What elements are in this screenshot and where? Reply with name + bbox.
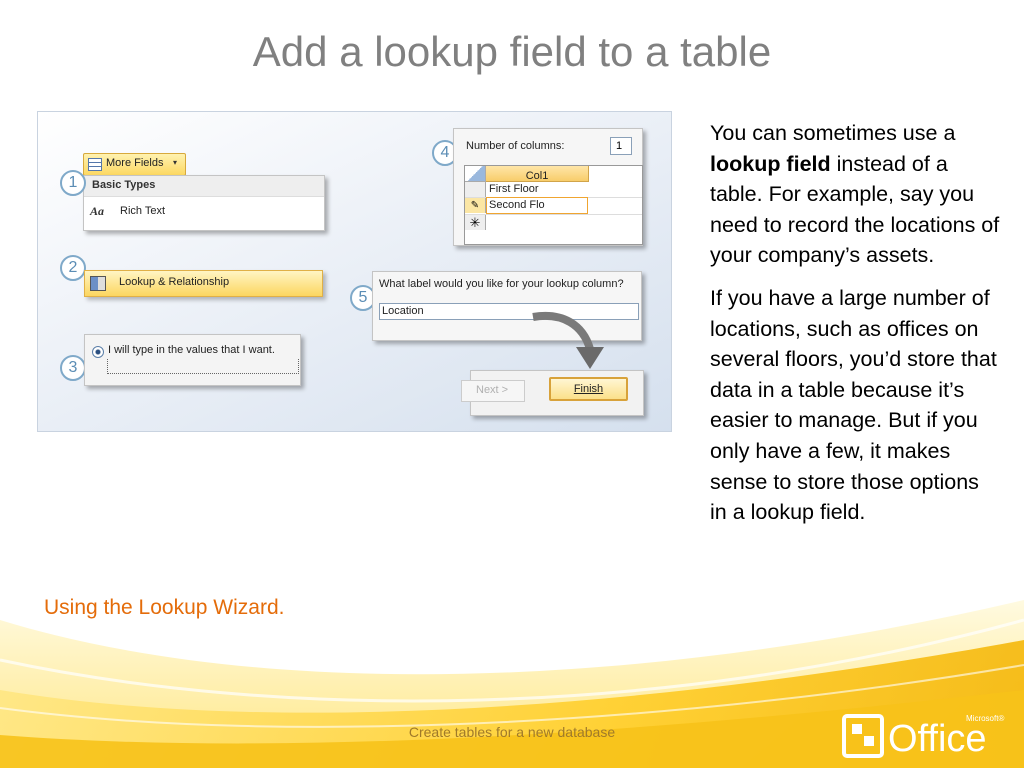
body-text: You can sometimes use a lookup field ins… — [710, 118, 1000, 540]
basic-types-menu: Basic Types Aa Rich Text — [83, 175, 325, 231]
radio-option-label: I will type in the values that I want. — [108, 344, 275, 356]
num-columns-label: Number of columns: — [466, 140, 565, 152]
lookup-wizard-screenshot: More Fields ▾ Basic Types Aa Rich Text 1… — [37, 111, 672, 432]
focus-outline — [107, 359, 299, 374]
next-button[interactable]: Next > — [461, 380, 525, 402]
wizard-buttons-panel: Next > Finish — [461, 370, 644, 416]
step-2-badge: 2 — [60, 255, 86, 281]
radio-option-panel: I will type in the values that I want. — [84, 334, 301, 386]
chevron-down-icon: ▾ — [173, 158, 178, 167]
step-1-badge: 1 — [60, 170, 86, 196]
new-row-icon: ✳ — [465, 215, 486, 230]
lookup-field-term: lookup field — [710, 151, 831, 176]
step-3-badge: 3 — [60, 355, 86, 381]
paragraph-1: You can sometimes use a lookup field ins… — [710, 121, 1000, 268]
lookup-relationship-icon — [90, 276, 106, 291]
slide-title: Add a lookup field to a table — [252, 28, 772, 75]
table-row[interactable]: First Floor — [465, 182, 642, 198]
arrow-down-icon — [532, 311, 604, 369]
more-fields-button[interactable]: More Fields ▾ — [83, 153, 186, 176]
lookup-relationship-item[interactable]: Lookup & Relationship — [84, 270, 323, 297]
grid-column-header[interactable]: Col1 — [486, 166, 589, 182]
table-icon — [88, 158, 102, 171]
office-logo-mark-icon — [842, 714, 884, 758]
rich-text-item[interactable]: Aa Rich Text — [84, 198, 324, 226]
grid-select-all[interactable] — [465, 166, 486, 182]
label-prompt-text: What label would you like for your looku… — [379, 278, 624, 290]
microsoft-brand: Microsoft® — [966, 714, 1005, 723]
lookup-relationship-label: Lookup & Relationship — [119, 276, 230, 288]
grid-edit-cell[interactable]: Second Flo — [486, 197, 588, 214]
office-logo: Office Microsoft® — [842, 712, 1012, 760]
table-row-new[interactable]: ✳ — [465, 214, 642, 230]
pencil-icon: ✎ — [465, 198, 486, 213]
more-fields-label: More Fields — [106, 157, 164, 169]
lookup-grid: Col1 First Floor ✎ Second Flo ✳ — [464, 165, 643, 245]
columns-grid-panel: Number of columns: 1 Col1 First Floor ✎ … — [453, 128, 643, 246]
paragraph-2: If you have a large number of locations,… — [710, 285, 997, 525]
table-row[interactable]: ✎ Second Flo — [465, 197, 642, 214]
radio-selected-icon[interactable] — [92, 346, 104, 358]
rich-text-label: Rich Text — [120, 205, 166, 217]
finish-button[interactable]: Finish — [549, 377, 628, 401]
num-columns-input[interactable]: 1 — [610, 137, 632, 155]
screenshot-caption: Using the Lookup Wizard. — [44, 596, 285, 619]
basic-types-header: Basic Types — [84, 176, 324, 197]
office-logo-text: Office — [888, 718, 987, 760]
rich-text-icon: Aa — [90, 204, 105, 218]
